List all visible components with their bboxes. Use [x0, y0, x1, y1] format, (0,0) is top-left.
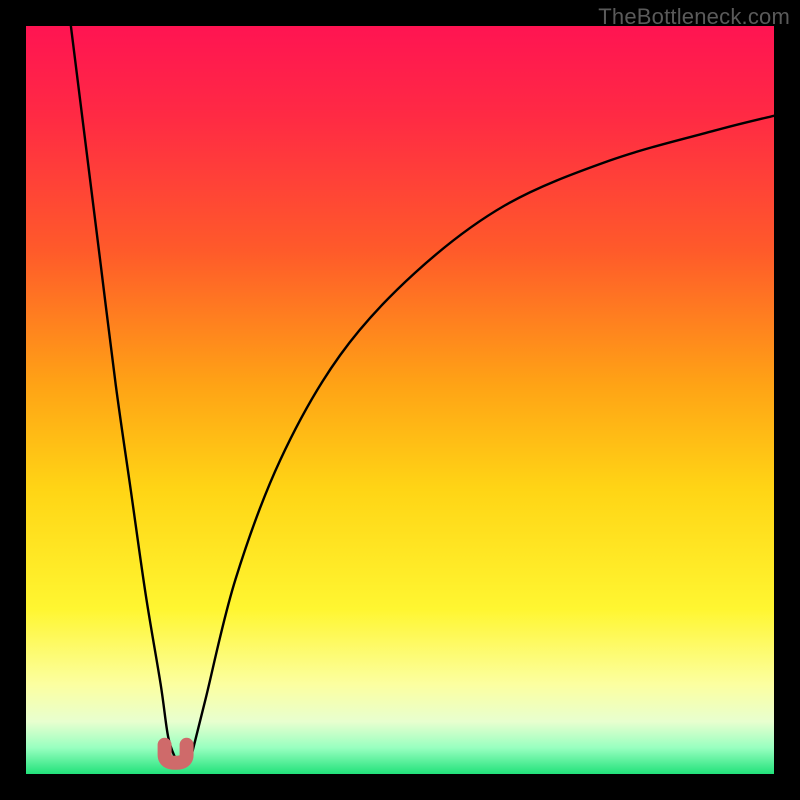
chart-frame: TheBottleneck.com	[0, 0, 800, 800]
watermark-label: TheBottleneck.com	[598, 4, 790, 30]
curve-left-branch	[71, 26, 176, 759]
plot-area	[26, 26, 774, 774]
curve-right-branch	[191, 116, 774, 759]
bottleneck-curve	[26, 26, 774, 774]
optimal-marker	[165, 745, 187, 763]
